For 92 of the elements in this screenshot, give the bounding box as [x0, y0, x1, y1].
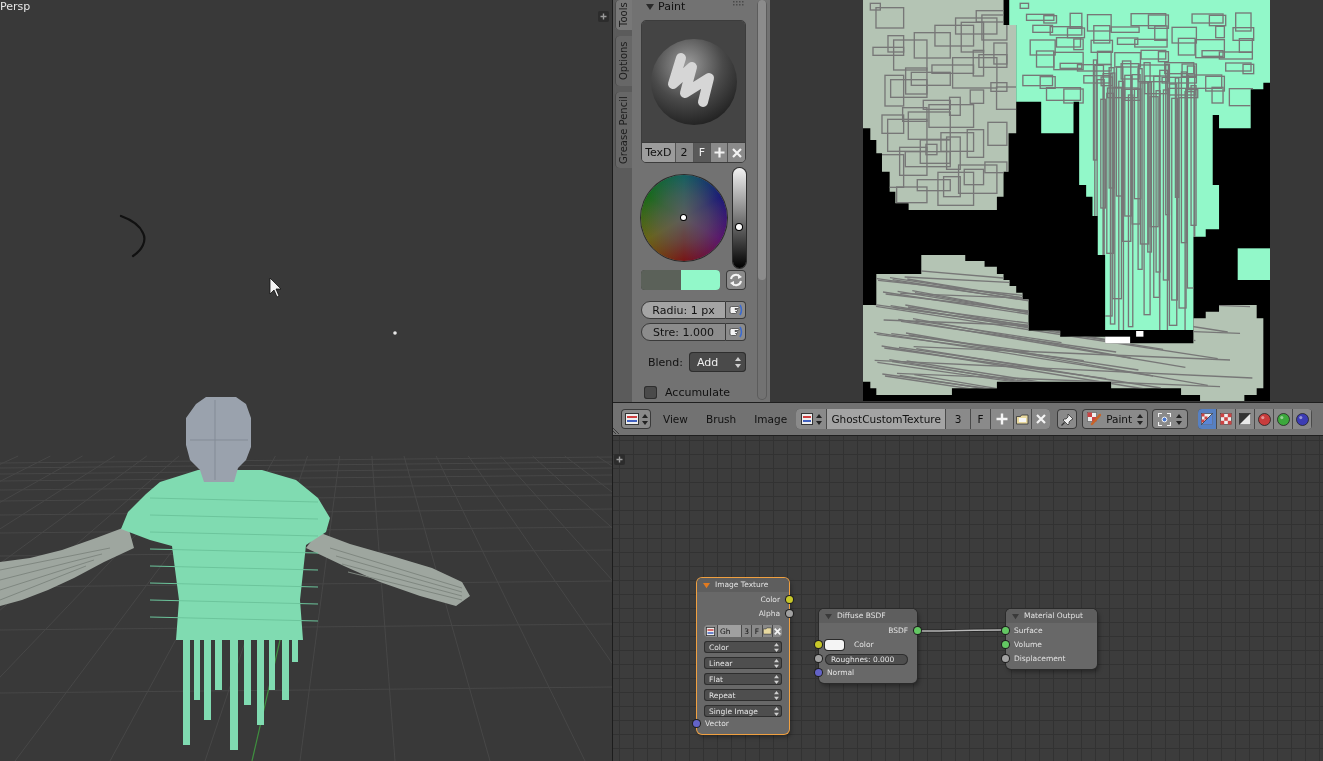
brush-preview[interactable] [642, 21, 745, 142]
open-image-button[interactable] [1014, 409, 1033, 429]
tool-tab[interactable]: Tools [615, 0, 632, 30]
plus-icon [713, 147, 725, 158]
folder-icon [762, 627, 772, 635]
updown-arrows-icon [735, 356, 741, 368]
tool-tab[interactable]: Options [615, 36, 632, 86]
mode-dropdown[interactable]: Paint [1082, 409, 1149, 429]
color-swatch[interactable] [825, 640, 844, 650]
updown-arrows-icon [774, 674, 779, 684]
updown-arrows-icon [774, 642, 779, 652]
value-slider-thumb[interactable] [736, 224, 742, 230]
checker-icon [1220, 413, 1233, 425]
value-slider-track[interactable] [733, 168, 746, 268]
accumulate-checkbox[interactable] [644, 385, 657, 399]
node-link[interactable] [920, 628, 1003, 633]
brush-icon [1087, 412, 1102, 426]
color-wheel-cursor[interactable] [681, 215, 686, 220]
add-brush-button[interactable] [711, 143, 729, 162]
output-socket[interactable] [786, 610, 793, 617]
swap-arrows-icon [729, 273, 743, 287]
image-browse-button[interactable] [796, 409, 828, 429]
updown-arrows-icon [641, 413, 648, 425]
pin-icon [1060, 412, 1074, 426]
plus-icon[interactable] [614, 454, 625, 465]
frame-dot-icon [1158, 412, 1172, 426]
pencil-stroke [119, 214, 146, 258]
point-icon [393, 331, 397, 335]
close-icon [731, 147, 742, 158]
brush-sphere-icon [649, 37, 738, 126]
color-swatch[interactable] [641, 270, 681, 290]
pointing-hand-icon [728, 304, 743, 316]
mouse-pointer-icon [269, 277, 282, 298]
number-field[interactable]: Stre: 1.000 [641, 323, 726, 341]
updown-arrows-icon [774, 706, 779, 716]
input-socket[interactable] [1002, 627, 1009, 634]
updown-arrows-icon [774, 658, 779, 668]
brush-name-field[interactable]: TexD [642, 143, 676, 162]
pressure-toggle[interactable] [726, 323, 746, 341]
image-icon [706, 626, 715, 636]
view-label: Persp [0, 0, 31, 13]
input-socket[interactable] [1002, 641, 1009, 648]
menu-button[interactable]: View [659, 409, 692, 429]
image-name-field[interactable]: GhostCustomTexture [827, 409, 947, 429]
checkbox-label[interactable]: Accumulate [665, 385, 730, 399]
updown-arrows-icon [1176, 413, 1183, 425]
close-icon [773, 627, 781, 635]
drag-grip-icon[interactable] [733, 1, 745, 6]
close-icon [1036, 414, 1047, 424]
input-socket[interactable] [693, 720, 700, 727]
output-socket[interactable] [786, 596, 793, 603]
fake-user-toggle[interactable]: F [971, 409, 992, 429]
image-browse-button[interactable] [704, 625, 718, 637]
viewport-3d[interactable]: Persp [0, 0, 612, 761]
editor-type-button[interactable] [621, 409, 651, 429]
input-socket[interactable] [815, 669, 822, 676]
panel-title[interactable]: Paint [658, 1, 686, 13]
new-image-button[interactable] [991, 409, 1015, 429]
swap-colors-button[interactable] [726, 270, 746, 290]
user-count-button[interactable]: 3 [946, 409, 972, 429]
diagonal-checker-icon [1201, 413, 1214, 425]
input-socket[interactable] [815, 655, 822, 662]
blend-label: Blend: [648, 355, 685, 369]
blend-dropdown[interactable]: Add [689, 352, 746, 372]
color-swatch[interactable] [680, 270, 720, 290]
image-icon [800, 413, 813, 425]
updown-arrows-icon [815, 413, 822, 425]
plus-icon [996, 413, 1009, 425]
menu-button[interactable]: Brush [701, 409, 741, 429]
unlink-button[interactable] [772, 625, 782, 637]
pointing-hand-icon [728, 326, 743, 338]
input-socket[interactable] [815, 641, 822, 648]
pivot-dropdown[interactable] [1152, 409, 1189, 429]
input-socket[interactable] [1002, 655, 1009, 662]
pressure-toggle[interactable] [726, 301, 746, 319]
corner-grip-icon[interactable] [613, 425, 621, 434]
updown-arrows-icon [1137, 413, 1144, 425]
plus-icon[interactable] [598, 11, 609, 22]
number-field[interactable]: Radiu: 1 px [641, 301, 726, 319]
output-socket[interactable] [914, 627, 921, 634]
open-image-button[interactable] [762, 625, 773, 637]
tool-tab[interactable]: Grease Pencil [615, 92, 632, 168]
scrollbar-thumb[interactable] [758, 0, 766, 280]
folder-icon [1016, 413, 1030, 425]
collapse-triangle-icon[interactable] [646, 3, 654, 11]
pin-button[interactable] [1057, 409, 1078, 429]
half-triangle-icon [1239, 413, 1252, 425]
small-uv-island [1237, 248, 1270, 280]
menu-button[interactable]: Image [750, 409, 792, 429]
image-icon [624, 413, 639, 425]
updown-arrows-icon [774, 690, 779, 700]
unlink-button[interactable] [1032, 409, 1051, 429]
